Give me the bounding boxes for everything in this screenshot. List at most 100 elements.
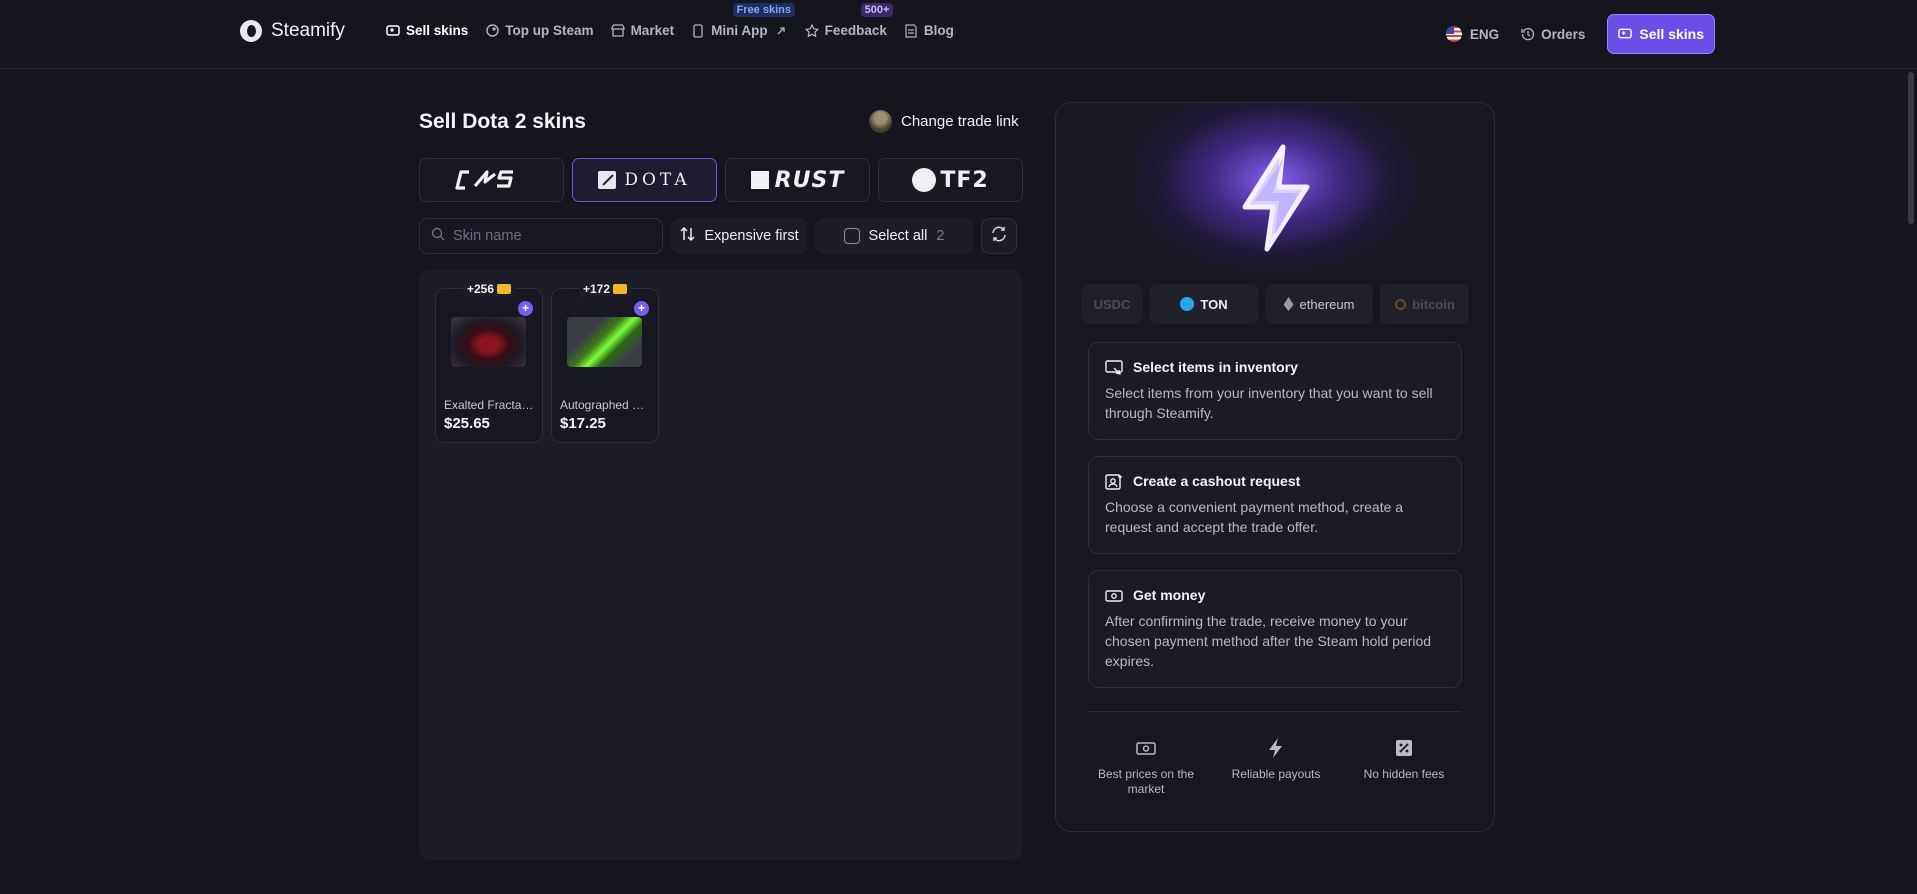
tf2-tab-label: TF2	[940, 167, 989, 193]
item-image	[451, 317, 526, 367]
select-all-toggle[interactable]: Select all 2	[815, 218, 973, 254]
lightning-bolt-icon	[1242, 144, 1310, 252]
inventory-item[interactable]: +172 + Autographed Eldwurm's Touch $17.2…	[551, 281, 659, 443]
divider	[1088, 711, 1462, 712]
nav-label: Market	[630, 23, 675, 38]
refresh-icon	[990, 225, 1008, 248]
sell-button-label: Sell skins	[1639, 26, 1704, 42]
ton-icon	[1180, 297, 1195, 311]
skin-search-field	[419, 218, 663, 254]
feature-label: Reliable payouts	[1231, 767, 1321, 781]
rust-logo-icon	[750, 171, 769, 189]
step-description: Choose a convenient payment method, crea…	[1105, 499, 1404, 535]
search-icon	[431, 227, 445, 246]
nav-sell-skins[interactable]: Sell skins	[386, 23, 468, 38]
steamify-logo-icon	[240, 20, 262, 42]
search-input[interactable]	[453, 228, 653, 244]
top-header: Steamify Sell skins Top up Steam Market …	[0, 0, 1917, 69]
dota-tab-label: DOTA	[624, 170, 691, 190]
cs2-logo-icon	[454, 170, 513, 190]
step-cashout-request: Create a cashout request Choose a conven…	[1088, 456, 1462, 554]
lightning-icon	[1269, 738, 1282, 758]
feature-no-hidden-fees: No hidden fees	[1344, 737, 1464, 782]
sort-icon	[679, 226, 696, 246]
steam-icon	[485, 24, 499, 38]
bonus-badge: +172	[578, 281, 632, 297]
language-selector[interactable]: ENG	[1445, 26, 1500, 42]
step-get-money: Get money After confirming the trade, re…	[1088, 570, 1462, 688]
money-icon	[1105, 590, 1123, 602]
item-price: $17.25	[560, 415, 606, 432]
phone-icon	[691, 23, 705, 38]
star-icon	[804, 23, 819, 38]
feature-label: No hidden fees	[1363, 767, 1445, 781]
select-all-checkbox[interactable]	[843, 228, 860, 244]
tab-cs2[interactable]	[419, 158, 564, 202]
percent-icon	[1396, 740, 1412, 756]
orders-link[interactable]: Orders	[1521, 27, 1585, 42]
nav-feedback[interactable]: Feedback 500+	[804, 3, 894, 38]
inventory-item[interactable]: +256 + Exalted Fractal Horns of Inner Ab…	[435, 281, 543, 443]
sell-icon	[1618, 27, 1633, 41]
payment-ton[interactable]: TON	[1150, 284, 1258, 324]
sell-icon	[386, 24, 400, 38]
orders-label: Orders	[1541, 26, 1586, 42]
rust-tab-label: RUST	[774, 167, 845, 193]
sell-skins-button[interactable]: Sell skins	[1607, 14, 1715, 54]
item-name: Autographed Eldwurm's Touch	[560, 398, 652, 412]
item-image	[567, 317, 642, 367]
item-price: $25.65	[444, 415, 490, 432]
brand-name: Steamify	[271, 20, 345, 41]
sort-button[interactable]: Expensive first	[671, 218, 807, 254]
feature-reliable-payouts: Reliable payouts	[1216, 737, 1336, 782]
step-select-items: Select items in inventory Select items f…	[1088, 342, 1462, 440]
tab-rust[interactable]: RUST	[725, 158, 870, 202]
step-title: Create a cashout request	[1133, 473, 1301, 489]
money-icon	[1136, 742, 1156, 755]
change-trade-link-button[interactable]: Change trade link	[869, 110, 1019, 133]
header-actions: ENG Orders Sell skins	[1445, 14, 1715, 54]
tab-dota2[interactable]: DOTA	[572, 158, 717, 202]
nav-blog[interactable]: Blog	[904, 23, 954, 38]
select-all-label: Select all	[868, 228, 928, 244]
feedback-count-badge: 500+	[860, 3, 894, 17]
bonus-value: +256	[466, 282, 495, 296]
payment-ethereum[interactable]: ethereum	[1265, 284, 1373, 324]
payment-methods-carousel: USDC TON ethereum bitcoin	[1081, 284, 1469, 324]
bitcoin-icon	[1395, 298, 1407, 310]
nav-top-up-steam[interactable]: Top up Steam	[485, 23, 594, 38]
step-description: After confirming the trade, receive mone…	[1105, 613, 1432, 669]
blog-icon	[904, 23, 918, 38]
language-label: ENG	[1469, 26, 1500, 42]
trade-link-label: Change trade link	[901, 113, 1019, 130]
item-name: Exalted Fractal Horns of Inner Abysm	[444, 398, 536, 412]
bonus-badge: +256	[462, 281, 516, 297]
main-nav: Sell skins Top up Steam Market Free skin…	[386, 3, 971, 38]
tab-tf2[interactable]: TF2	[878, 158, 1023, 202]
page-scrollbar[interactable]	[1908, 72, 1914, 224]
nav-mini-app[interactable]: Mini App	[691, 23, 788, 38]
tf2-logo-icon	[912, 168, 937, 192]
sort-label: Expensive first	[704, 228, 799, 244]
ethereum-icon	[1283, 297, 1294, 311]
inventory-icon	[1105, 360, 1123, 375]
payment-bitcoin[interactable]: bitcoin	[1380, 284, 1469, 324]
external-link-icon	[774, 24, 788, 38]
nav-market[interactable]: Market Free skins	[610, 3, 795, 38]
nav-label: Blog	[923, 23, 954, 38]
game-tabs: DOTA RUST TF2	[419, 158, 1023, 202]
dota-logo-icon	[598, 171, 617, 189]
feature-best-prices: Best prices on the market	[1086, 737, 1206, 797]
step-description: Select items from your inventory that yo…	[1105, 385, 1433, 421]
brand-logo[interactable]: Steamify	[240, 20, 345, 42]
add-item-button[interactable]: +	[634, 301, 649, 316]
payment-usdc[interactable]: USDC	[1081, 284, 1143, 324]
refresh-inventory-button[interactable]	[981, 218, 1017, 254]
user-request-icon	[1105, 474, 1122, 490]
us-flag-icon	[1445, 26, 1462, 42]
inventory-grid: +256 + Exalted Fractal Horns of Inner Ab…	[419, 270, 1023, 860]
nav-label: Top up Steam	[505, 23, 594, 38]
item-count: 2	[936, 228, 945, 244]
add-item-button[interactable]: +	[518, 301, 533, 316]
nav-label: Mini App	[711, 23, 768, 38]
